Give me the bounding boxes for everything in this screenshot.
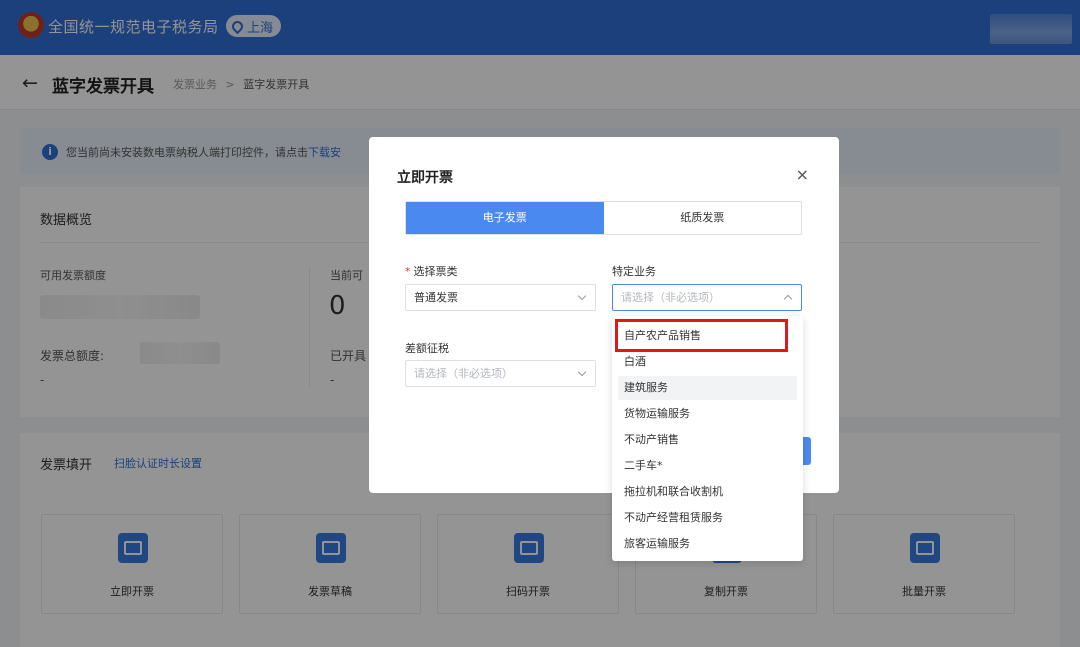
dialog-title: 立即开票: [397, 170, 453, 186]
special-business-placeholder: 请选择（非必选项）: [621, 291, 720, 304]
option-construction[interactable]: 建筑服务: [618, 376, 797, 400]
option-used-car[interactable]: 二手车*: [618, 454, 797, 478]
close-icon[interactable]: ×: [796, 167, 809, 183]
invoice-type-label: * 选择票类: [405, 265, 458, 278]
chevron-down-icon: [577, 367, 587, 377]
diff-tax-select[interactable]: 请选择（非必选项）: [405, 360, 596, 387]
invoice-type-value: 普通发票: [414, 291, 458, 304]
chevron-up-icon: [783, 294, 793, 304]
invoice-medium-tabs: 电子发票 纸质发票: [405, 201, 802, 235]
required-mark: *: [405, 265, 411, 278]
tab-paper-invoice[interactable]: 纸质发票: [604, 202, 802, 234]
special-business-label: 特定业务: [612, 265, 656, 278]
chevron-down-icon: [577, 291, 587, 301]
option-passenger-transport[interactable]: 旅客运输服务: [618, 532, 797, 556]
annotation-highlight-box: [615, 319, 788, 352]
option-real-estate-sale[interactable]: 不动产销售: [618, 428, 797, 452]
diff-tax-placeholder: 请选择（非必选项）: [414, 367, 513, 380]
tab-electronic-invoice[interactable]: 电子发票: [406, 202, 604, 234]
diff-tax-label: 差额征税: [405, 342, 449, 355]
invoice-type-select[interactable]: 普通发票: [405, 284, 596, 311]
special-business-select[interactable]: 请选择（非必选项）: [612, 284, 802, 311]
option-liquor[interactable]: 白酒: [618, 350, 797, 374]
option-real-estate-lease[interactable]: 不动产经营租赁服务: [618, 506, 797, 530]
option-tractor-harvester[interactable]: 拖拉机和联合收割机: [618, 480, 797, 504]
option-freight[interactable]: 货物运输服务: [618, 402, 797, 426]
special-business-dropdown: 自产农产品销售 白酒 建筑服务 货物运输服务 不动产销售 二手车* 拖拉机和联合…: [612, 316, 803, 561]
